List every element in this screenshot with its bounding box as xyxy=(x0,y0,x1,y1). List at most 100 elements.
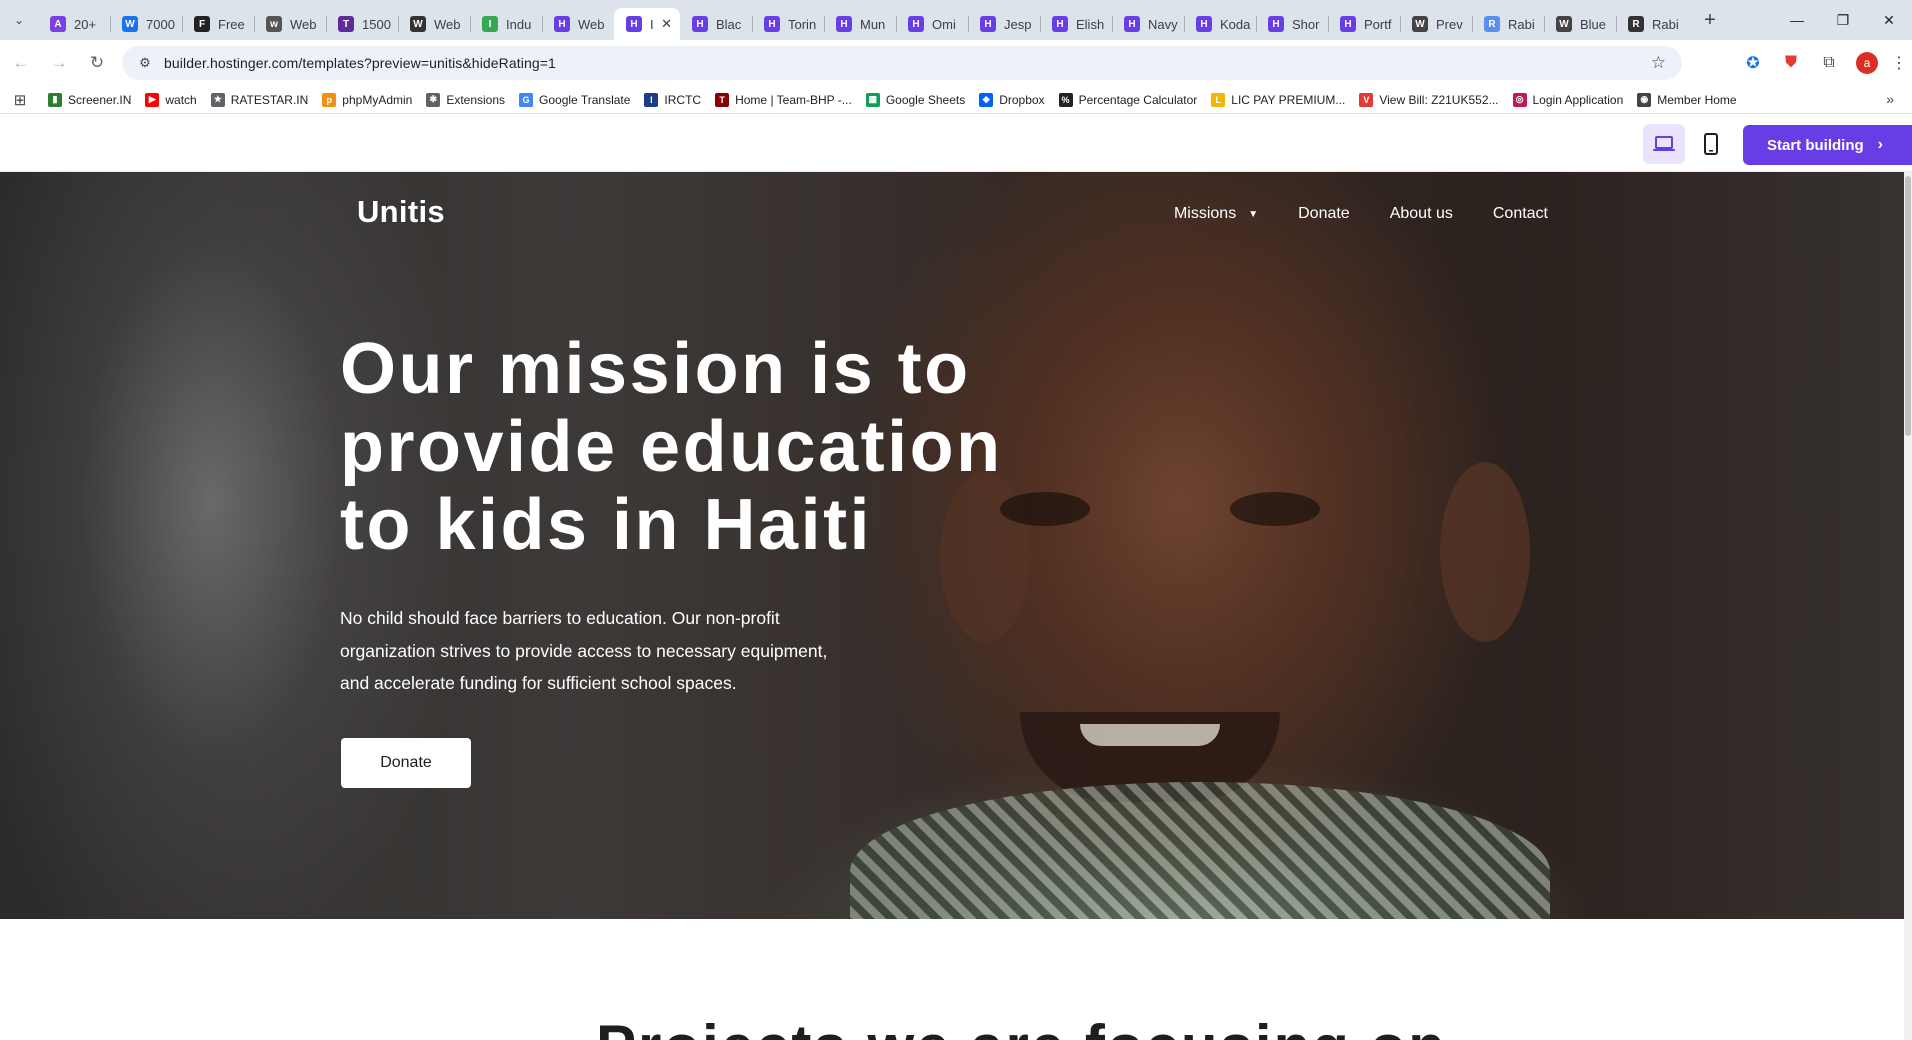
bookmark-item[interactable]: ✱ Extensions xyxy=(426,92,505,107)
desktop-view-toggle[interactable] xyxy=(1643,124,1685,164)
navigation-bar: ← → ↻ ⚙ builder.hostinger.com/templates?… xyxy=(0,40,1912,86)
close-window-icon[interactable]: ✕ xyxy=(1866,0,1912,40)
tab[interactable]: H Jesp xyxy=(968,8,1040,40)
tab-title: Portf xyxy=(1364,16,1392,32)
reload-icon[interactable]: ↻ xyxy=(80,46,114,80)
bookmark-item[interactable]: L LIC PAY PREMIUM... xyxy=(1211,92,1346,107)
tab[interactable]: R Rabi xyxy=(1472,8,1544,40)
address-bar[interactable]: ⚙ builder.hostinger.com/templates?previe… xyxy=(122,46,1682,80)
website-preview: Unitis Missions ▼ Donate About us Contac… xyxy=(0,172,1912,1040)
site-logo[interactable]: Unitis xyxy=(357,194,445,230)
bookmark-item[interactable]: T Home | Team-BHP -... xyxy=(715,92,852,107)
tab[interactable]: H Mun xyxy=(824,8,896,40)
tab[interactable]: W 7000 xyxy=(110,8,182,40)
bookmark-item[interactable]: ▦ Google Sheets xyxy=(865,92,966,107)
tab[interactable]: I Indu xyxy=(470,8,542,40)
hero-title: Our mission is to provide education to k… xyxy=(340,329,1003,565)
bookmark-item[interactable]: ▶ watch xyxy=(145,92,197,107)
bookmark-item[interactable]: p phpMyAdmin xyxy=(322,92,412,107)
nav-missions[interactable]: Missions ▼ xyxy=(1174,205,1258,223)
start-building-button[interactable]: Start building › xyxy=(1743,125,1912,165)
tab[interactable]: H Torin xyxy=(752,8,824,40)
tab[interactable]: F Free xyxy=(182,8,254,40)
tab-title: Mun xyxy=(860,16,886,32)
tab-title: Web xyxy=(290,16,317,32)
tab[interactable]: H Elish xyxy=(1040,8,1112,40)
site-settings-icon[interactable]: ⚙ xyxy=(136,54,154,72)
bookmark-star-icon[interactable]: ☆ xyxy=(1651,53,1666,73)
bookmark-item[interactable]: % Percentage Calculator xyxy=(1058,92,1198,107)
bookmark-favicon-icon: ▮ xyxy=(48,92,62,107)
tab[interactable]: R Rabi xyxy=(1616,8,1688,40)
bookmark-item[interactable]: ▮ Screener.IN xyxy=(48,92,131,107)
nav-about[interactable]: About us xyxy=(1390,205,1453,223)
start-building-label: Start building xyxy=(1767,136,1864,154)
bookmark-favicon-icon: T xyxy=(715,92,730,107)
bookmark-favicon-icon: ✱ xyxy=(426,92,441,107)
menu-kebab-icon[interactable]: ⋮ xyxy=(1886,44,1912,82)
nav-donate[interactable]: Donate xyxy=(1298,205,1350,223)
extension-shield-icon[interactable]: ⛊ xyxy=(1772,44,1810,82)
window-controls: — ❐ ✕ xyxy=(1774,0,1912,40)
tab[interactable]: A 20+ xyxy=(38,8,110,40)
bookmark-item[interactable]: G Google Translate xyxy=(519,92,631,107)
bookmark-label: Login Application xyxy=(1532,92,1624,107)
extension-compass-icon[interactable]: ✪ xyxy=(1734,44,1772,82)
extensions-area: ✪ ⛊ ⧉ a ⋮ xyxy=(1734,40,1912,86)
bookmark-item[interactable]: ◆ Dropbox xyxy=(979,92,1045,107)
tab[interactable]: W Blue xyxy=(1544,8,1616,40)
bookmark-label: Percentage Calculator xyxy=(1078,92,1198,107)
bookmark-item[interactable]: V View Bill: Z21UK552... xyxy=(1359,92,1499,107)
tab-title: 20+ xyxy=(74,16,97,32)
tab-title: Web xyxy=(434,16,461,32)
bookmark-item[interactable]: ★ RATESTAR.IN xyxy=(210,92,308,107)
forward-icon[interactable]: → xyxy=(42,46,76,80)
tab[interactable]: H Navy xyxy=(1112,8,1184,40)
tab-title: Rabi xyxy=(1652,16,1679,32)
tab-title: Blue xyxy=(1580,16,1607,32)
tab[interactable]: w Web xyxy=(254,8,326,40)
tab-active[interactable]: H I ✕ xyxy=(614,8,680,40)
new-tab-button[interactable]: + xyxy=(1692,4,1728,36)
bookmark-label: Google Translate xyxy=(539,92,631,107)
bookmark-label: Google Sheets xyxy=(885,92,966,107)
tab-title: Jesp xyxy=(1004,16,1032,32)
bookmark-favicon-icon: I xyxy=(644,92,659,107)
tab[interactable]: H Portf xyxy=(1328,8,1400,40)
tab[interactable]: T 1500 xyxy=(326,8,398,40)
tab[interactable]: H Web xyxy=(542,8,614,40)
bookmark-favicon-icon: G xyxy=(519,92,534,107)
bookmark-favicon-icon: ★ xyxy=(210,92,225,107)
tab-favicon-icon: H xyxy=(626,16,642,32)
url-text[interactable]: builder.hostinger.com/templates?preview=… xyxy=(164,55,556,71)
tab[interactable]: H Omi xyxy=(896,8,968,40)
tab[interactable]: H Koda xyxy=(1184,8,1256,40)
extensions-puzzle-icon[interactable]: ⧉ xyxy=(1810,44,1848,82)
tab[interactable]: W Web xyxy=(398,8,470,40)
scrollbar-thumb[interactable] xyxy=(1905,176,1911,436)
tab-title: Web xyxy=(578,16,605,32)
hero-donate-button[interactable]: Donate xyxy=(341,738,471,788)
browser-window: ⌄ A 20+ W 7000 F Free w Web T 1500 W Web I Indu H Web H I… xyxy=(0,0,1912,1040)
tab-close-icon[interactable]: ✕ xyxy=(661,16,672,32)
bookmark-item[interactable]: I IRCTC xyxy=(644,92,701,107)
tabs: A 20+ W 7000 F Free w Web T 1500 W Web I Indu H Web H I ✕ H… xyxy=(38,0,1688,40)
tab[interactable]: H Blac xyxy=(680,8,752,40)
apps-grid-icon[interactable]: ⊞ xyxy=(10,90,30,110)
back-icon[interactable]: ← xyxy=(4,46,38,80)
tab-favicon-icon: R xyxy=(1484,16,1500,32)
tab[interactable]: H Shor xyxy=(1256,8,1328,40)
bookmark-label: LIC PAY PREMIUM... xyxy=(1231,92,1346,107)
profile-avatar[interactable]: a xyxy=(1848,44,1886,82)
minimize-icon[interactable]: — xyxy=(1774,0,1820,40)
mobile-view-toggle[interactable] xyxy=(1690,124,1732,164)
nav-contact[interactable]: Contact xyxy=(1493,205,1548,223)
more-bookmarks-icon[interactable]: » xyxy=(1886,91,1894,107)
tab-favicon-icon: W xyxy=(122,16,138,32)
page-scrollbar[interactable] xyxy=(1904,172,1912,1040)
tab-search-icon[interactable]: ⌄ xyxy=(0,0,38,40)
bookmark-item[interactable]: ◉ Member Home xyxy=(1637,92,1737,107)
bookmark-item[interactable]: ◎ Login Application xyxy=(1512,92,1624,107)
tab[interactable]: W Prev xyxy=(1400,8,1472,40)
restore-icon[interactable]: ❐ xyxy=(1820,0,1866,40)
